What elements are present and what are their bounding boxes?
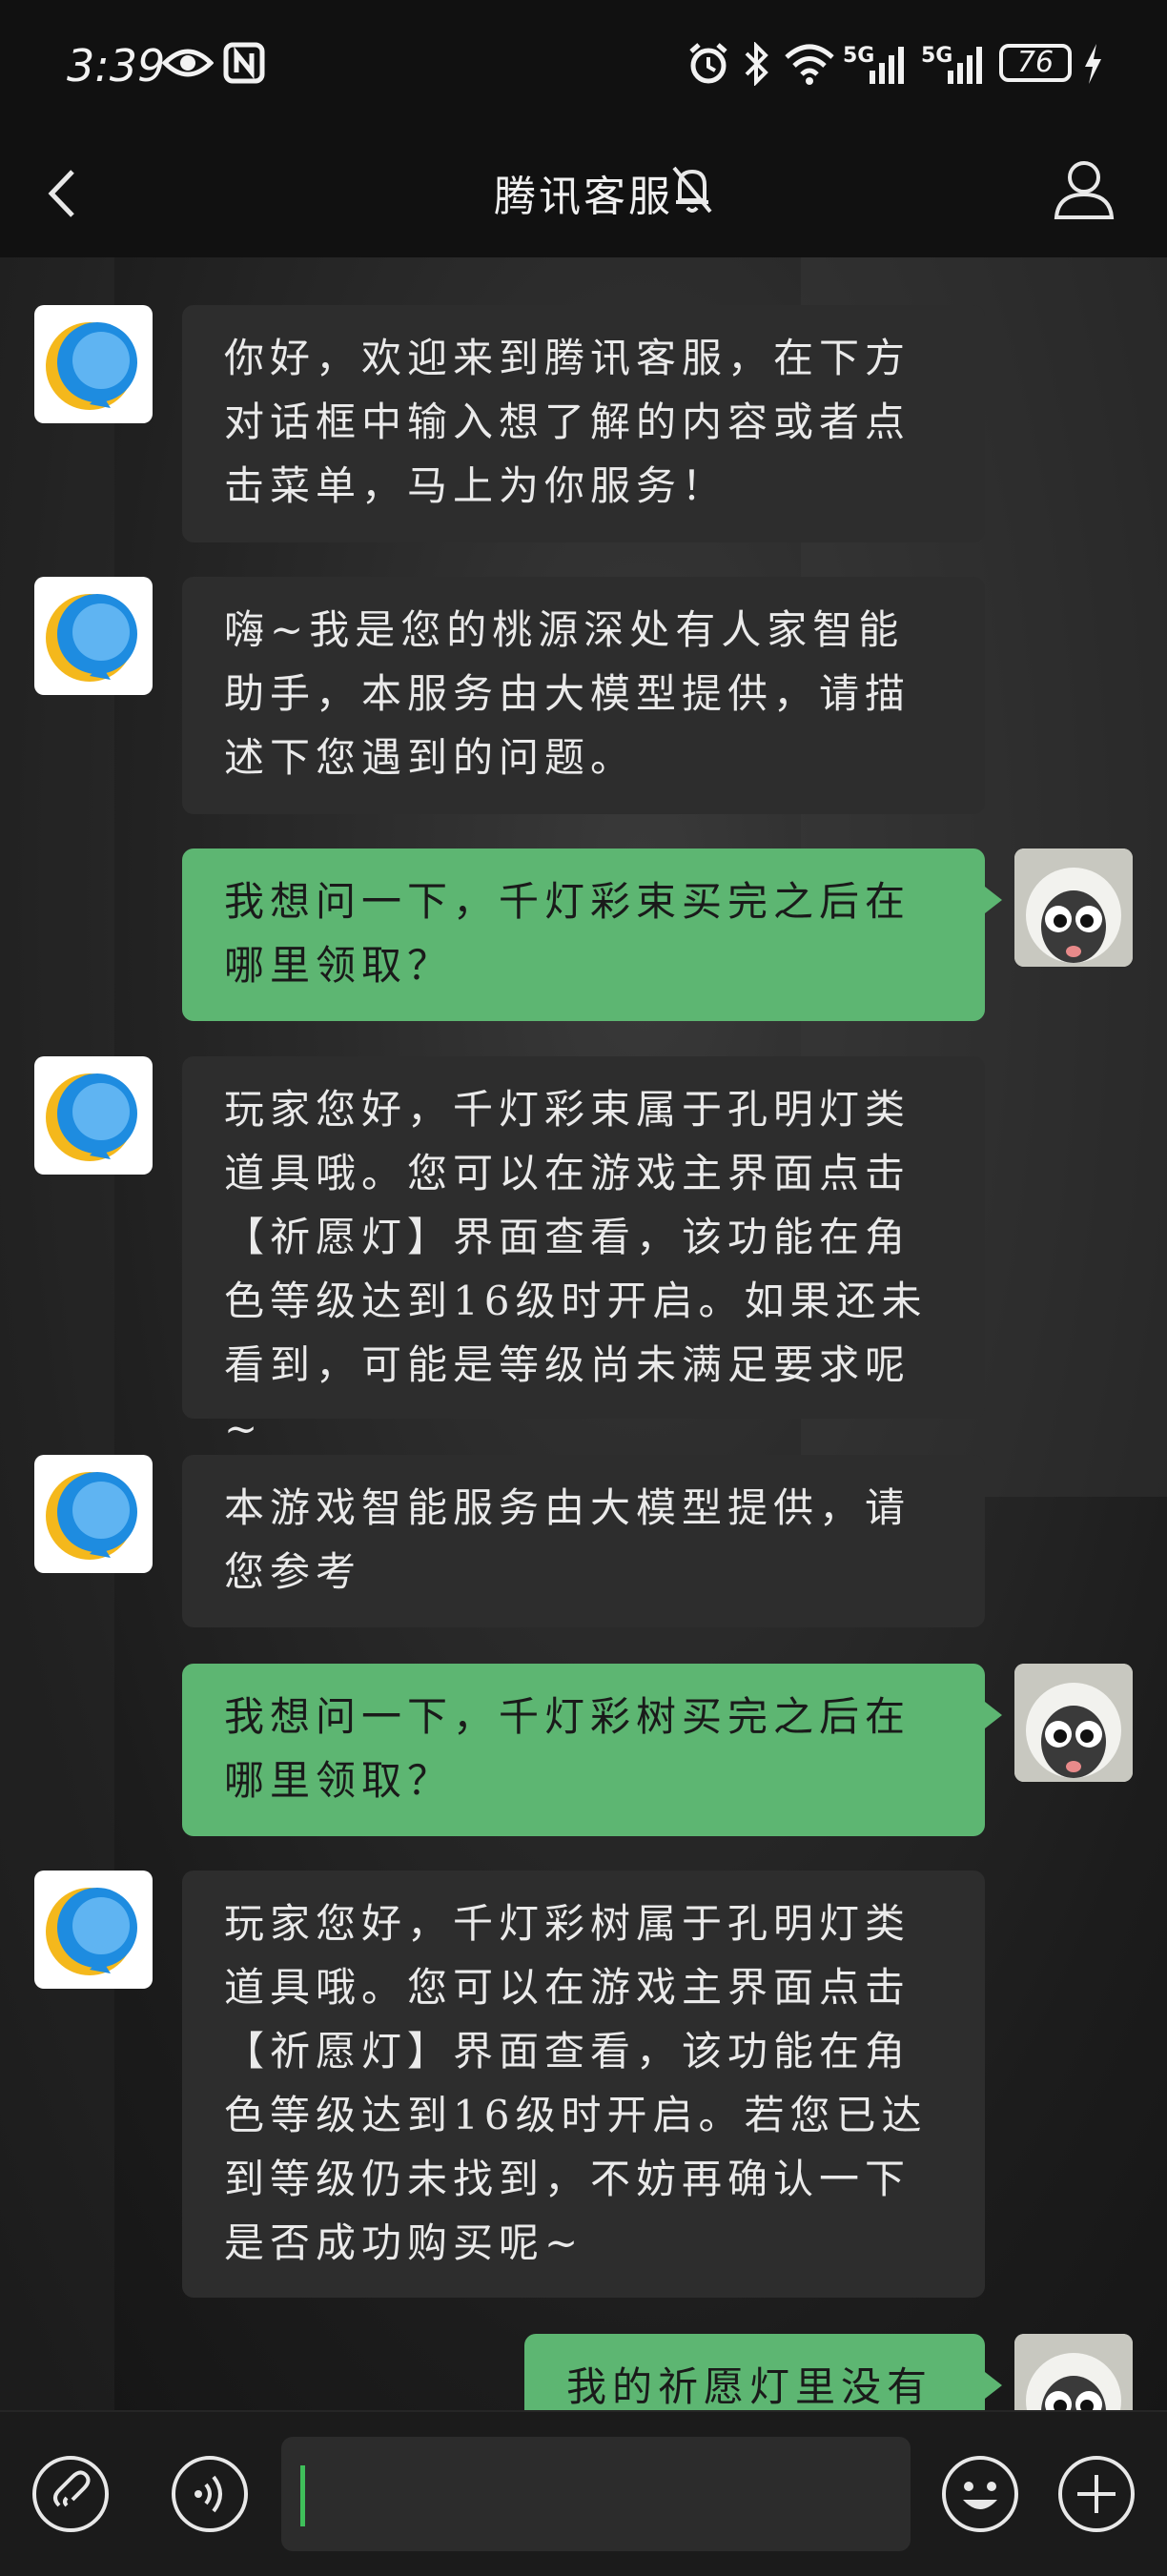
status-bar: 3:39 5G 5G 76 — [0, 0, 1167, 133]
sound-icon[interactable] — [170, 2454, 250, 2538]
bot-message-bubble: 你好，欢迎来到腾讯客服，在下方对话框中输入想了解的内容或者点击菜单，马上为你服务… — [182, 305, 985, 542]
my-avatar[interactable] — [1014, 848, 1133, 967]
mute-bell-icon — [670, 162, 714, 219]
voice-mode-icon[interactable] — [31, 2454, 111, 2538]
emoji-icon[interactable] — [940, 2454, 1020, 2538]
bot-avatar[interactable] — [34, 305, 153, 423]
bot-message-bubble: 本游戏智能服务由大模型提供，请您参考 — [182, 1455, 985, 1627]
input-bar — [0, 2410, 1167, 2576]
bot-message-bubble: 玩家您好，千灯彩树属于孔明灯类道具哦。您可以在游戏主界面点击【祈愿灯】界面查看，… — [182, 1871, 985, 2298]
wifi-icon — [784, 42, 835, 90]
profile-icon[interactable] — [1053, 156, 1116, 227]
message-input[interactable] — [281, 2437, 911, 2551]
status-time: 3:39 — [67, 40, 166, 92]
bot-avatar[interactable] — [34, 1871, 153, 1989]
text-cursor — [300, 2465, 305, 2526]
my-avatar[interactable] — [1014, 1664, 1133, 1782]
bot-message-bubble: 嗨~我是您的桃源深处有人家智能助手，本服务由大模型提供，请描述下您遇到的问题。 — [182, 577, 985, 814]
bot-avatar[interactable] — [34, 1455, 153, 1573]
my-message-bubble: 我想问一下，千灯彩束买完之后在哪里领取？ — [182, 848, 1002, 1021]
my-message-bubble: 我的祈愿灯里没有 — [524, 2334, 1002, 2410]
bot-message-bubble: 玩家您好，千灯彩束属于孔明灯类道具哦。您可以在游戏主界面点击【祈愿灯】界面查看，… — [182, 1056, 985, 1452]
bot-avatar[interactable] — [34, 1056, 153, 1175]
nfc-icon — [223, 42, 265, 88]
my-avatar[interactable] — [1014, 2334, 1133, 2410]
chat-area[interactable]: 你好，欢迎来到腾讯客服，在下方对话框中输入想了解的内容或者点击菜单，马上为你服务… — [0, 257, 1167, 2410]
page-title: 腾讯客服 — [494, 173, 673, 221]
battery-indicator: 76 — [999, 44, 1072, 82]
bot-avatar[interactable] — [34, 577, 153, 695]
my-message-bubble: 我想问一下，千灯彩树买完之后在哪里领取？ — [182, 1664, 1002, 1836]
plus-icon[interactable] — [1056, 2454, 1136, 2538]
alarm-icon — [686, 42, 730, 90]
signal-icon — [946, 42, 990, 90]
bluetooth-icon — [742, 41, 770, 90]
signal-icon — [868, 42, 911, 90]
charging-icon — [1081, 42, 1104, 90]
eye-icon — [161, 42, 215, 88]
title-bar: 腾讯客服 — [0, 133, 1167, 257]
